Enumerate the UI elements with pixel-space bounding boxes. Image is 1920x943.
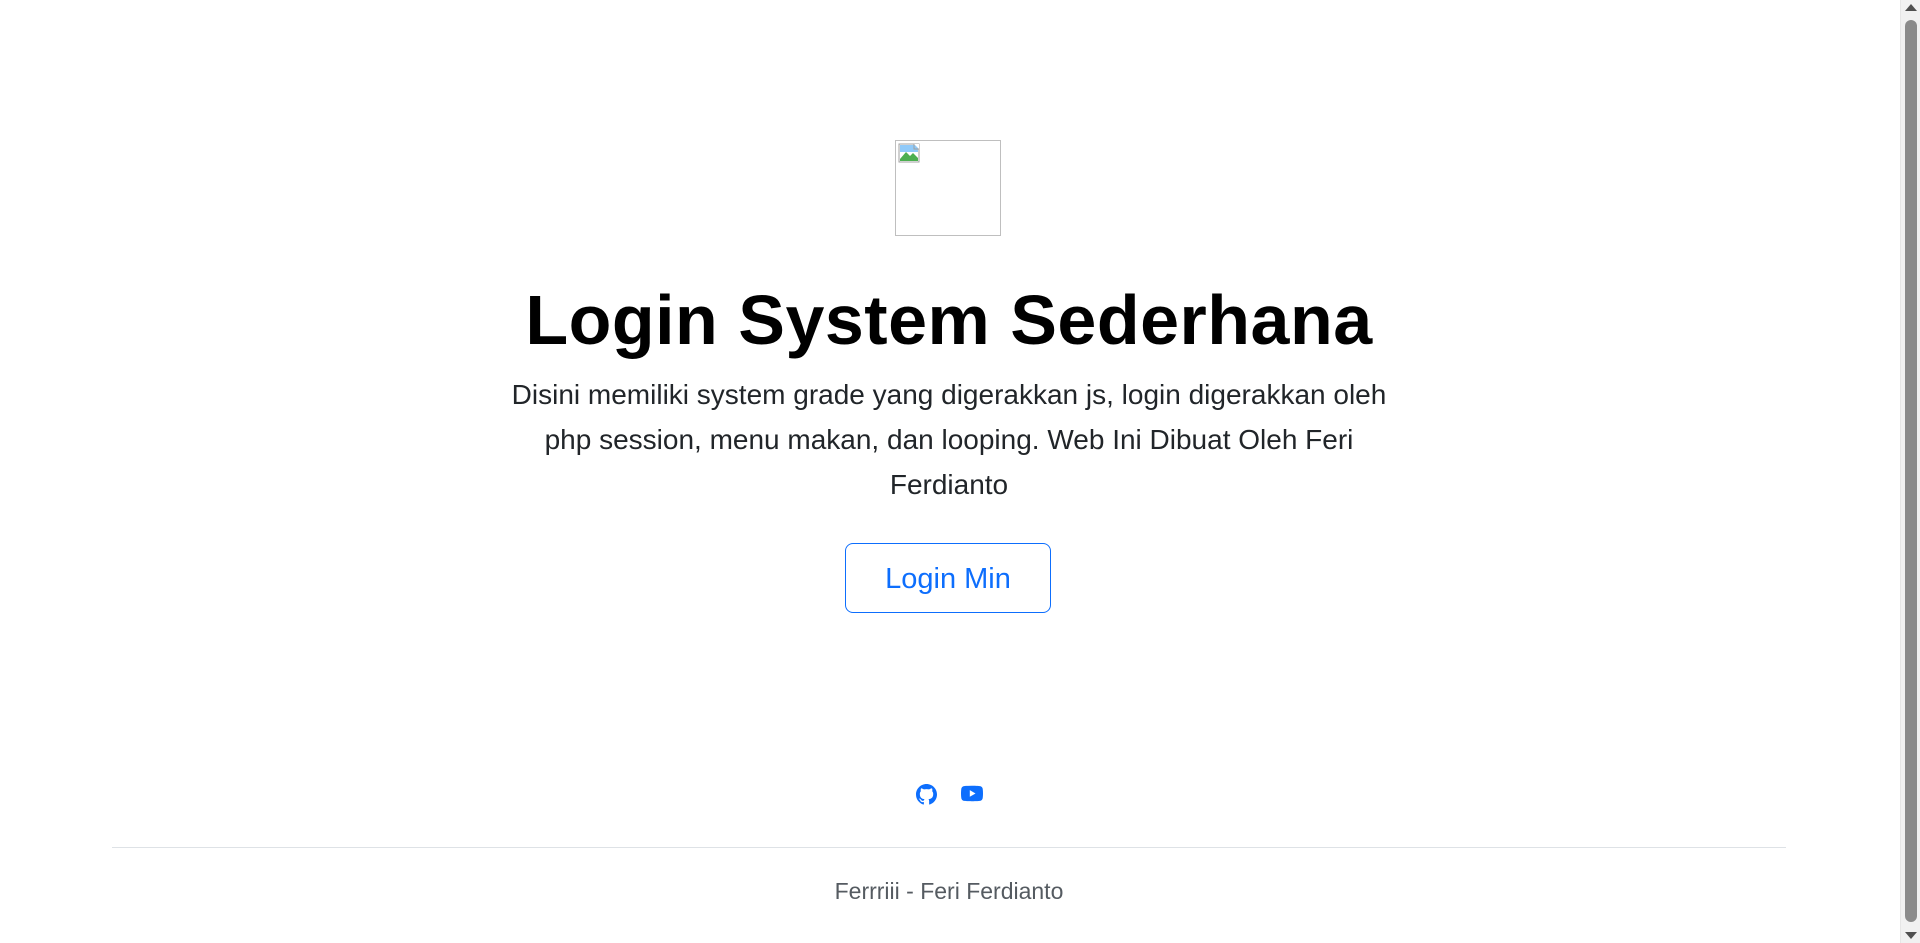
scrollbar-thumb[interactable] [1905,20,1917,922]
page-description: Disini memiliki system grade yang digera… [511,379,1387,500]
youtube-link[interactable] [960,782,984,806]
footer-text: Ferrriii - Feri Ferdianto [834,878,1064,904]
github-link[interactable] [914,782,938,806]
footer-divider [112,847,1786,848]
scroll-up-arrow-icon[interactable] [1905,4,1917,11]
social-links [0,782,1898,806]
page: Login System Sederhana Disini memiliki s… [0,0,1900,943]
youtube-icon [961,785,983,802]
page-title: Login System Sederhana [525,281,1373,359]
login-button[interactable]: Login Min [845,543,1051,613]
broken-image-icon [898,143,920,163]
vertical-scrollbar[interactable] [1900,0,1920,943]
logo-image [895,140,1001,236]
github-icon [915,783,937,804]
scroll-down-arrow-icon[interactable] [1905,932,1917,939]
